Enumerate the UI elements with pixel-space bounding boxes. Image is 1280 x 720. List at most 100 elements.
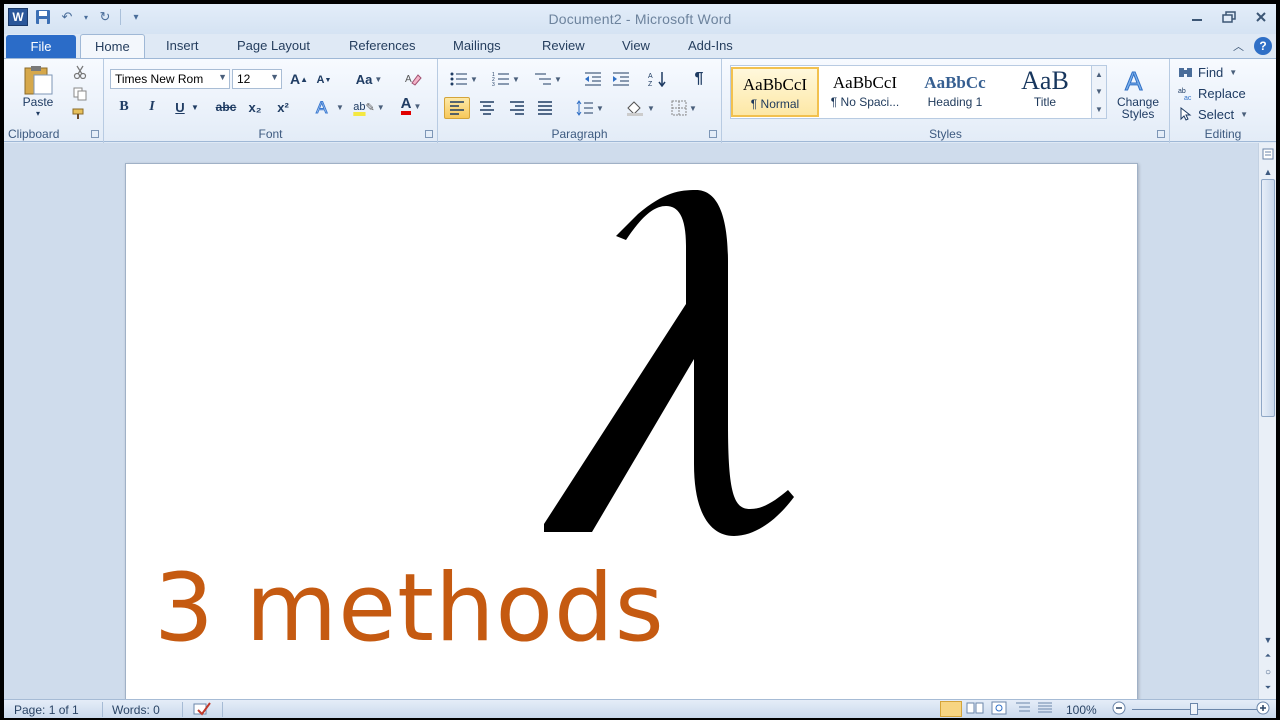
clear-formatting-icon[interactable]: A — [402, 69, 424, 89]
close-icon[interactable] — [1252, 8, 1270, 26]
highlight-button[interactable]: ab ✎ ▼ — [350, 97, 388, 117]
font-name-dropdown-icon[interactable]: ▼ — [218, 72, 227, 82]
paragraph-launcher-icon[interactable] — [709, 130, 717, 138]
align-left-icon — [450, 101, 464, 115]
gallery-up-icon[interactable]: ▲ — [1095, 70, 1103, 79]
font-color-button[interactable]: A ▼ — [394, 95, 428, 117]
style-heading-1[interactable]: AaBbCc Heading 1 — [911, 67, 999, 117]
show-formatting-marks-button[interactable]: ¶ — [688, 69, 710, 89]
tab-home[interactable]: Home — [80, 34, 145, 58]
scroll-up-icon[interactable]: ▲ — [1260, 165, 1276, 179]
align-right-icon[interactable] — [506, 97, 528, 119]
proofing-icon[interactable] — [192, 701, 212, 720]
tab-view[interactable]: View — [622, 38, 650, 53]
cut-icon[interactable] — [70, 63, 90, 81]
style-sample: AaBbCcI — [832, 73, 898, 92]
svg-text:ab: ab — [1178, 88, 1186, 95]
document-area: λ 3 methods — [4, 143, 1258, 703]
highlight-dropdown-icon: ▼ — [376, 102, 385, 112]
text-effects-button[interactable]: A ▼ — [312, 97, 346, 117]
paste-button[interactable]: Paste ▾ — [18, 63, 58, 119]
next-page-icon[interactable]: ⏷ — [1260, 681, 1276, 695]
superscript-button[interactable]: x² — [272, 97, 294, 117]
web-layout-view-icon[interactable] — [990, 701, 1008, 718]
justify-icon[interactable] — [534, 97, 556, 119]
change-case-label: Aa — [355, 71, 373, 87]
scroll-down-icon[interactable]: ▼ — [1260, 633, 1276, 647]
align-center-icon[interactable] — [476, 97, 498, 119]
ruler-toggle-icon[interactable] — [1260, 147, 1276, 161]
align-left-button[interactable] — [444, 97, 470, 119]
select-button[interactable]: Select ▼ — [1178, 105, 1248, 123]
page-count[interactable]: Page: 1 of 1 — [14, 703, 79, 717]
print-layout-view-icon[interactable] — [940, 701, 962, 717]
shading-button[interactable]: ▼ — [622, 97, 658, 119]
font-size-dropdown-icon[interactable]: ▼ — [270, 72, 279, 82]
styles-launcher-icon[interactable] — [1157, 130, 1165, 138]
gallery-more-icon[interactable]: ▼ — [1095, 105, 1103, 114]
minimize-icon[interactable] — [1188, 8, 1206, 26]
change-case-button[interactable]: Aa ▼ — [352, 69, 386, 89]
sort-icon[interactable]: AZ — [646, 69, 670, 89]
copy-icon[interactable] — [70, 85, 90, 103]
shrink-font-button[interactable]: A ▼ — [314, 71, 334, 89]
select-dropdown-icon: ▼ — [1240, 109, 1249, 119]
font-name-combo[interactable]: Times New Rom ▼ — [110, 69, 230, 89]
outline-view-icon[interactable] — [1014, 701, 1032, 718]
subscript-button[interactable]: x₂ — [244, 97, 266, 117]
grow-font-button[interactable]: A ▲ — [288, 69, 310, 89]
font-launcher-icon[interactable] — [425, 130, 433, 138]
document-page[interactable]: λ 3 methods — [125, 163, 1138, 703]
format-painter-icon[interactable] — [70, 105, 90, 123]
minimize-ribbon-icon[interactable]: ︿ — [1233, 38, 1244, 54]
style-title[interactable]: AaB Title — [1001, 67, 1089, 117]
draft-view-icon[interactable] — [1036, 701, 1054, 718]
clipboard-launcher-icon[interactable] — [91, 130, 99, 138]
underline-dropdown-icon[interactable]: ▼ — [190, 97, 200, 117]
style-no-spacing[interactable]: AaBbCcI ¶ No Spaci... — [821, 67, 909, 117]
replace-button[interactable]: ab ac Replace — [1178, 84, 1246, 102]
style-name: ¶ Normal — [750, 97, 800, 111]
find-icon — [1179, 68, 1192, 77]
find-button[interactable]: Find ▼ — [1178, 63, 1237, 81]
line-spacing-button[interactable]: ▼ — [572, 97, 608, 119]
title-bar: W ↶ ▾ ↻ ▾ Document2 - Microsoft Word — [4, 4, 1276, 34]
vertical-scrollbar[interactable]: ▲ ▼ ⏶ ○ ⏷ — [1258, 143, 1276, 699]
select-browse-object-icon[interactable]: ○ — [1260, 665, 1276, 679]
multilevel-list-button[interactable]: ▼ — [530, 69, 566, 89]
underline-button[interactable]: U — [170, 97, 190, 117]
zoom-in-icon[interactable] — [1256, 701, 1270, 718]
tab-add-ins[interactable]: Add-Ins — [688, 38, 733, 53]
change-styles-button[interactable]: A Change Styles — [1110, 63, 1166, 125]
tab-file[interactable]: File — [6, 35, 76, 58]
window-controls — [1188, 8, 1270, 26]
bold-button[interactable]: B — [114, 97, 134, 117]
italic-button[interactable]: I — [142, 97, 162, 117]
decrease-indent-icon[interactable] — [582, 69, 604, 89]
bullets-button[interactable]: ▼ — [446, 69, 482, 89]
tab-references[interactable]: References — [349, 38, 415, 53]
help-icon[interactable]: ? — [1254, 37, 1272, 55]
zoom-level[interactable]: 100% — [1066, 703, 1097, 717]
clipboard-group-label: Clipboard — [8, 127, 60, 141]
strikethrough-button[interactable]: abc — [212, 97, 240, 117]
tab-review[interactable]: Review — [542, 38, 585, 53]
style-normal[interactable]: AaBbCcI ¶ Normal — [731, 67, 819, 117]
tab-mailings[interactable]: Mailings — [453, 38, 501, 53]
zoom-slider-thumb[interactable] — [1190, 703, 1198, 715]
gallery-down-icon[interactable]: ▼ — [1095, 87, 1103, 96]
increase-indent-icon[interactable] — [610, 69, 632, 89]
previous-page-icon[interactable]: ⏶ — [1260, 649, 1276, 663]
zoom-out-icon[interactable] — [1112, 701, 1126, 718]
tab-insert[interactable]: Insert — [166, 38, 199, 53]
borders-button[interactable]: ▼ — [666, 97, 702, 119]
font-size-combo[interactable]: 12 ▼ — [232, 69, 282, 89]
full-screen-reading-view-icon[interactable] — [966, 701, 984, 718]
tab-page-layout[interactable]: Page Layout — [237, 38, 310, 53]
text-effects-dropdown-icon: ▼ — [336, 102, 344, 112]
numbering-button[interactable]: 123 ▼ — [488, 69, 524, 89]
restore-icon[interactable] — [1220, 8, 1238, 26]
scrollbar-thumb[interactable] — [1261, 179, 1275, 417]
word-count[interactable]: Words: 0 — [112, 703, 160, 717]
styles-gallery-scroll[interactable]: ▲ ▼ ▼ — [1091, 65, 1107, 119]
